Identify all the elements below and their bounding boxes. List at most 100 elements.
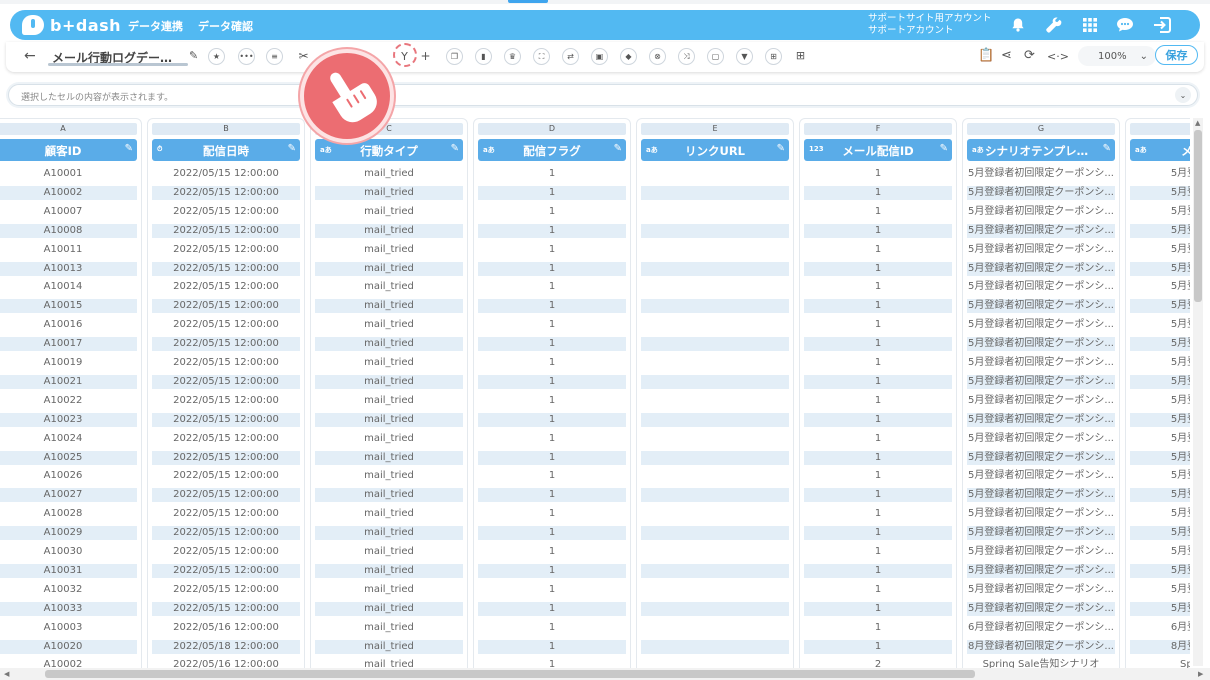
table-cell[interactable]: 2022/05/15 12:00:00 [152, 526, 300, 541]
table-cell[interactable] [641, 545, 789, 559]
copy-icon[interactable]: ❐ [446, 48, 463, 65]
table-cell[interactable]: 5月登録者初回 [1130, 299, 1190, 314]
table-cell[interactable]: A10016 [0, 318, 137, 332]
table-cell[interactable]: mail_tried [315, 658, 463, 668]
table-cell[interactable]: 1 [804, 507, 952, 521]
table-cell[interactable] [641, 526, 789, 541]
table-cell[interactable]: 5月登録者初回 [1130, 432, 1190, 446]
table-cell[interactable]: A10002 [0, 658, 137, 668]
table-cell[interactable]: 1 [478, 658, 626, 668]
table-cell[interactable]: 2022/05/15 12:00:00 [152, 394, 300, 408]
frame-icon[interactable]: ▢ [707, 48, 724, 65]
table-cell[interactable]: 1 [478, 356, 626, 370]
table-cell[interactable]: mail_tried [315, 337, 463, 352]
wrench-icon[interactable] [1043, 15, 1063, 35]
table-cell[interactable]: 5月登録者初回限定クーポンシ... [967, 337, 1115, 352]
column-header[interactable]: aあ 行動タイプ ✎ [315, 139, 463, 161]
table-cell[interactable] [641, 488, 789, 503]
table-cell[interactable]: 1 [804, 374, 952, 389]
nav-data-check[interactable]: データ確認 [198, 18, 253, 34]
vertical-scroll-thumb[interactable] [1194, 130, 1202, 302]
table-cell[interactable]: mail_tried [315, 432, 463, 446]
edit-column-pencil-icon[interactable]: ✎ [614, 143, 622, 154]
table-cell[interactable]: 5月登録者初回限定クーポンシ... [967, 507, 1115, 521]
table-cell[interactable]: 1 [804, 621, 952, 635]
table-cell[interactable]: mail_tried [315, 601, 463, 616]
table-cell[interactable]: 1 [804, 488, 952, 503]
table-cell[interactable]: 5月登録者初回 [1130, 469, 1190, 483]
table-cell[interactable] [641, 507, 789, 521]
table-cell[interactable]: 5月登録者初回限定クーポンシ... [967, 563, 1115, 578]
table-cell[interactable] [641, 185, 789, 200]
table-cell[interactable]: mail_tried [315, 167, 463, 181]
table-cell[interactable]: 5月登録者初回 [1130, 545, 1190, 559]
expand-chevron-icon[interactable]: ⌄ [1175, 87, 1191, 103]
table-cell[interactable]: 5月登録者初回 [1130, 450, 1190, 465]
table-cell[interactable] [641, 280, 789, 294]
table-cell[interactable] [641, 261, 789, 276]
table-cell[interactable]: mail_tried [315, 223, 463, 238]
table-cell[interactable]: 5月登録者初回限定クーポンシ... [967, 488, 1115, 503]
table-cell[interactable]: 1 [478, 639, 626, 654]
expand-icon[interactable]: ⛶ [533, 48, 550, 65]
grid-icon[interactable] [1080, 15, 1100, 35]
table-cell[interactable]: 5月登録者初回限定クーポンシ... [967, 601, 1115, 616]
table-cell[interactable]: 2 [804, 658, 952, 668]
table-cell[interactable]: 5月登録者初回限定クーポンシ... [967, 526, 1115, 541]
table-cell[interactable]: 2022/05/15 12:00:00 [152, 601, 300, 616]
share-icon[interactable]: ⋖ [1001, 48, 1012, 63]
table-cell[interactable]: 2022/05/15 12:00:00 [152, 185, 300, 200]
table-cell[interactable]: mail_tried [315, 469, 463, 483]
table-cell[interactable]: 1 [478, 243, 626, 257]
table-cell[interactable]: 5月登録者初回 [1130, 280, 1190, 294]
table-cell[interactable]: Spring Sa [1130, 658, 1190, 668]
table-cell[interactable]: 1 [804, 243, 952, 257]
table-cell[interactable]: 5月登録者初回限定クーポンシ... [967, 412, 1115, 427]
table-cell[interactable]: mail_tried [315, 488, 463, 503]
column-letter[interactable]: D [478, 123, 626, 135]
table-cell[interactable]: 2022/05/15 12:00:00 [152, 356, 300, 370]
table-cell[interactable]: mail_tried [315, 583, 463, 597]
remove-circle-icon[interactable]: ⊗ [649, 48, 666, 65]
column-header[interactable]: aあメールコ✎ [1130, 139, 1190, 161]
table-cell[interactable]: mail_tried [315, 639, 463, 654]
table-cell[interactable]: 2022/05/15 12:00:00 [152, 167, 300, 181]
table-cell[interactable]: 6月登録者初回限定クーポンシ... [967, 621, 1115, 635]
cell-content-bar[interactable]: 選択したセルの内容が表示されます。 ⌄ [8, 84, 1198, 106]
refresh-icon[interactable]: ⟳ [1024, 48, 1035, 63]
table-cell[interactable]: A10003 [0, 621, 137, 635]
table-cell[interactable]: 1 [478, 261, 626, 276]
table-cell[interactable]: 5月登録者初回 [1130, 583, 1190, 597]
table-cell[interactable] [641, 639, 789, 654]
table-cell[interactable]: 5月登録者初回 [1130, 223, 1190, 238]
edit-title-pencil-icon[interactable]: ✎ [189, 49, 198, 62]
horizontal-scrollbar[interactable]: ◀ ▶ [0, 668, 1210, 680]
table-cell[interactable]: 2022/05/15 12:00:00 [152, 280, 300, 294]
table-cell[interactable]: 2022/05/15 12:00:00 [152, 545, 300, 559]
org-chart-icon[interactable]: ⊞ [765, 48, 782, 65]
table-cell[interactable]: 1 [478, 185, 626, 200]
table-cell[interactable]: 5月登録者初回限定クーポンシ... [967, 205, 1115, 219]
table-cell[interactable]: A10007 [0, 205, 137, 219]
table-cell[interactable]: 2022/05/16 12:00:00 [152, 621, 300, 635]
column-letter[interactable]: E [641, 123, 789, 135]
table-cell[interactable]: mail_tried [315, 356, 463, 370]
table-cell[interactable]: 1 [478, 583, 626, 597]
table-cell[interactable]: 1 [478, 412, 626, 427]
table-cell[interactable] [641, 583, 789, 597]
column-letter[interactable]: G [967, 123, 1115, 135]
table-cell[interactable]: 1 [478, 621, 626, 635]
table-cell[interactable]: 5月登録者初回 [1130, 318, 1190, 332]
table-cell[interactable]: A10020 [0, 639, 137, 654]
clipboard-icon[interactable]: 📋 [978, 48, 994, 63]
table-cell[interactable]: mail_tried [315, 545, 463, 559]
table-cell[interactable]: 5月登録者初回限定クーポンシ... [967, 185, 1115, 200]
table-cell[interactable]: 1 [804, 223, 952, 238]
table-cell[interactable] [641, 167, 789, 181]
table-cell[interactable]: mail_tried [315, 450, 463, 465]
edit-column-pencil-icon[interactable]: ✎ [940, 143, 948, 154]
edit-column-pencil-icon[interactable]: ✎ [451, 143, 459, 154]
table-cell[interactable]: 5月登録者初回限定クーポンシ... [967, 374, 1115, 389]
table-cell[interactable]: A10025 [0, 450, 137, 465]
delete-icon[interactable]: ▮ [475, 48, 492, 65]
